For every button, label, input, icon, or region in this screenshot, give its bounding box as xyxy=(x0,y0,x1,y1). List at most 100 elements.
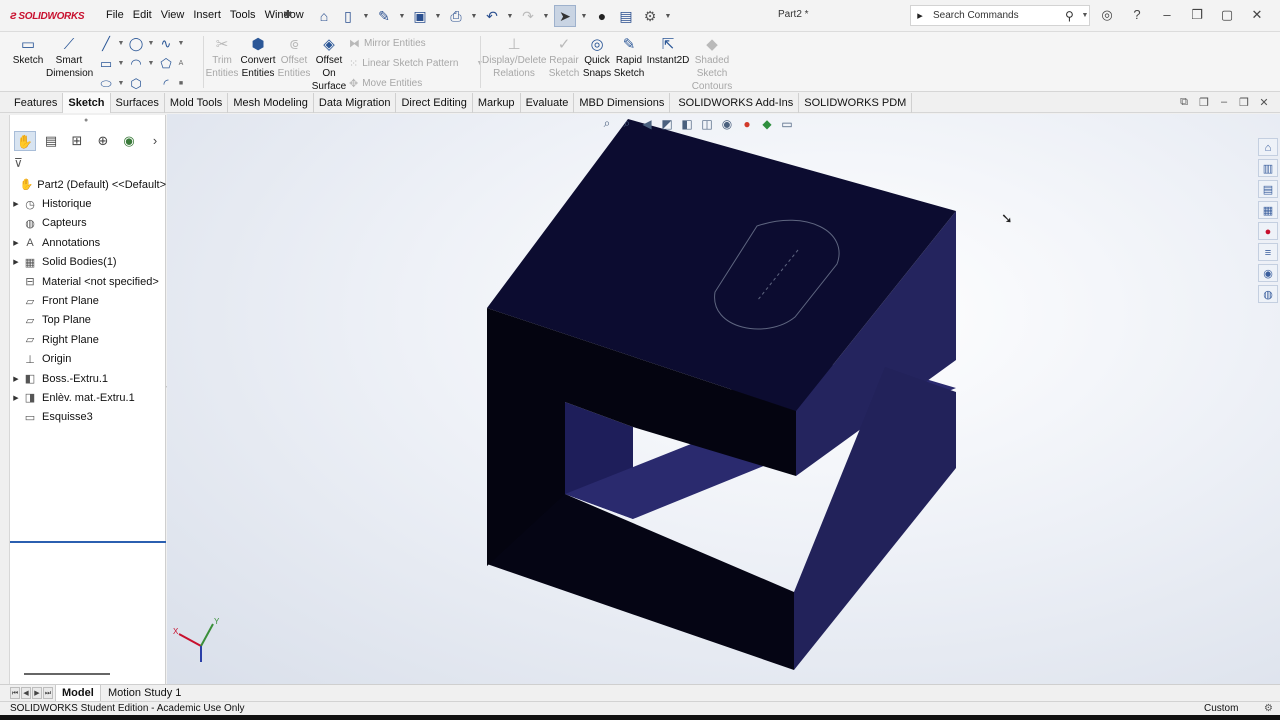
status-options-icon[interactable]: ⚙ xyxy=(1264,702,1273,715)
rapid-sketch-button[interactable]: ✎ Rapid Sketch xyxy=(613,36,645,80)
search-input[interactable]: Search Commands xyxy=(929,10,1065,21)
custom-properties-icon[interactable]: ≡ xyxy=(1258,243,1278,261)
solidworks-logo[interactable]: ƨ SOLIDWORKS xyxy=(10,8,85,22)
display-manager-tab-icon[interactable]: ◉ xyxy=(118,131,140,151)
quick-snaps-button[interactable]: ◎ Quick Snaps xyxy=(581,36,613,80)
rectangle-icon[interactable]: ▭ xyxy=(96,55,116,72)
tree-item-capteurs[interactable]: ◍ Capteurs xyxy=(10,214,166,233)
zoom-to-fit-icon[interactable]: ⌕ xyxy=(599,116,615,131)
chevron-down-icon[interactable]: ▼ xyxy=(146,35,156,52)
horizontal-scrollbar[interactable] xyxy=(24,673,110,675)
view-settings-icon[interactable]: ▭ xyxy=(779,117,795,131)
solidworks-resources-icon[interactable]: ◉ xyxy=(1258,264,1278,282)
chevron-down-icon[interactable]: ▼ xyxy=(470,13,478,20)
tree-item-origin[interactable]: ⊥ Origin xyxy=(10,350,166,369)
hide-show-icon[interactable]: ◉ xyxy=(719,117,735,131)
menu-insert[interactable]: Insert xyxy=(192,9,222,21)
view-palette-icon[interactable]: ▦ xyxy=(1258,201,1278,219)
text-icon[interactable]: A xyxy=(176,55,186,72)
tree-item-front-plane[interactable]: ▱ Front Plane xyxy=(10,291,166,310)
section-view-icon[interactable]: ◩ xyxy=(659,117,675,131)
menu-edit[interactable]: Edit xyxy=(132,9,153,21)
offset-entities-button[interactable]: ⟃ Offset Entities xyxy=(277,36,311,80)
menu-file[interactable]: File xyxy=(105,9,125,21)
configuration-manager-tab-icon[interactable]: ⊞ xyxy=(66,131,88,151)
tree-item-top-plane[interactable]: ▱ Top Plane xyxy=(10,311,166,330)
circle-icon[interactable]: ◯ xyxy=(126,35,146,52)
last-tab-icon[interactable]: ⏭ xyxy=(43,687,53,699)
previous-view-icon[interactable]: ◀ xyxy=(639,117,655,131)
tree-item-esquisse3[interactable]: ▭ Esquisse3 xyxy=(10,408,166,427)
print-icon[interactable]: ⎙ xyxy=(446,6,466,26)
first-tab-icon[interactable]: ⏮ xyxy=(10,687,20,699)
chevron-down-icon[interactable]: ▼ xyxy=(116,55,126,72)
tree-item-solid-bodies[interactable]: ▶ ▦ Solid Bodies(1) xyxy=(10,253,166,272)
search-icon[interactable]: ⚲ xyxy=(1065,9,1081,23)
maximize-icon[interactable]: ▢ xyxy=(1218,7,1236,23)
new-document-icon[interactable]: ▯ xyxy=(338,6,358,26)
move-entities-button[interactable]: ✥ Move Entities xyxy=(349,77,422,90)
panel-collapse-icon[interactable]: ● xyxy=(84,117,88,124)
tree-item-right-plane[interactable]: ▱ Right Plane xyxy=(10,330,166,349)
display-style-icon[interactable]: ◫ xyxy=(699,117,715,131)
fillet-icon[interactable]: ◜ xyxy=(156,75,176,92)
line-icon[interactable]: ╱ xyxy=(96,35,116,52)
zoom-to-area-icon[interactable]: ⌕ xyxy=(619,116,635,131)
tree-item-cut-extrude[interactable]: ▶ ◨ Enlèv. mat.-Extru.1 xyxy=(10,388,166,407)
display-delete-relations-button[interactable]: ⊥ Display/Delete Relations xyxy=(482,36,546,80)
undo-icon[interactable]: ↶ xyxy=(482,6,502,26)
unit-system[interactable]: Custom xyxy=(1204,702,1238,715)
view-orientation-icon[interactable]: ◧ xyxy=(679,117,695,131)
spline-icon[interactable]: ∿ xyxy=(156,35,176,52)
file-properties-icon[interactable]: ▤ xyxy=(616,6,636,26)
open-icon[interactable]: ✎ xyxy=(374,6,394,26)
arc-icon[interactable]: ◠ xyxy=(126,55,146,72)
gear-icon[interactable]: ⚙ xyxy=(640,6,660,26)
doc-minimize-icon[interactable]: – xyxy=(1218,96,1230,109)
home-icon[interactable]: ⌂ xyxy=(1258,138,1278,156)
convert-entities-button[interactable]: ⬢ Convert Entities xyxy=(238,36,278,80)
chevron-down-icon[interactable]: ▼ xyxy=(176,35,186,52)
chevron-down-icon[interactable]: ▼ xyxy=(116,75,126,92)
dimxpert-tab-icon[interactable]: ⊕ xyxy=(92,131,114,151)
tab-motion-study-1[interactable]: Motion Study 1 xyxy=(102,685,187,702)
traffic-light-icon[interactable]: ● xyxy=(592,6,612,26)
expand-arrow-icon[interactable]: ▶ xyxy=(10,239,22,247)
menu-view[interactable]: View xyxy=(160,9,186,21)
doc-restore-icon[interactable]: ❐ xyxy=(1238,96,1250,109)
tab-surfaces[interactable]: Surfaces xyxy=(111,93,165,113)
instant2d-button[interactable]: ⇱ Instant2D xyxy=(646,36,690,67)
tab-mesh-modeling[interactable]: Mesh Modeling xyxy=(228,93,314,113)
linear-sketch-pattern-button[interactable]: ⁙Linear Sketch Pattern▼ xyxy=(349,57,483,70)
point-icon[interactable]: ■ xyxy=(176,75,186,92)
restore-icon[interactable]: ❐ xyxy=(1188,7,1206,23)
appearances-icon[interactable]: ● xyxy=(1258,222,1278,240)
chevron-down-icon[interactable]: ▼ xyxy=(398,13,406,20)
chevron-down-icon[interactable]: ▼ xyxy=(664,13,672,20)
chevron-right-icon[interactable]: › xyxy=(144,131,166,151)
doc-close-icon[interactable]: ✕ xyxy=(1258,96,1270,109)
chevron-down-icon[interactable]: ▼ xyxy=(542,13,550,20)
smart-dimension-button[interactable]: ⟋ Smart Dimension xyxy=(46,36,93,80)
save-icon[interactable]: ▣ xyxy=(410,6,430,26)
search-commands[interactable]: ▸ Search Commands ⚲ ▼ xyxy=(910,5,1090,26)
chevron-down-icon[interactable]: ▼ xyxy=(434,13,442,20)
expand-arrow-icon[interactable]: ▶ xyxy=(10,375,22,383)
chevron-down-icon[interactable]: ▼ xyxy=(1081,12,1089,19)
tab-sketch[interactable]: Sketch xyxy=(63,93,111,113)
home-icon[interactable]: ⌂ xyxy=(314,6,334,26)
tree-item-part2[interactable]: ✋ Part2 (Default) <<Default> xyxy=(10,175,166,194)
chevron-down-icon[interactable]: ▼ xyxy=(362,13,370,20)
slot-icon[interactable]: ⬭ xyxy=(96,75,116,92)
edit-appearance-icon[interactable]: ● xyxy=(739,117,755,131)
expand-arrow-icon[interactable]: ▶ xyxy=(10,394,22,402)
minimize-icon[interactable]: – xyxy=(1158,7,1176,23)
file-explorer-icon[interactable]: ▤ xyxy=(1258,180,1278,198)
tab-model[interactable]: Model xyxy=(55,685,101,702)
tab-solidworks-add-ins[interactable]: SOLIDWORKS Add-Ins xyxy=(673,93,800,113)
shaded-sketch-contours-button[interactable]: ◆ Shaded Sketch Contours xyxy=(690,36,734,93)
filter-icon[interactable]: ⊽ xyxy=(14,156,23,170)
chevron-down-icon[interactable]: ▼ xyxy=(116,35,126,52)
tab-mold-tools[interactable]: Mold Tools xyxy=(165,93,229,113)
tab-features[interactable]: Features xyxy=(9,93,64,113)
